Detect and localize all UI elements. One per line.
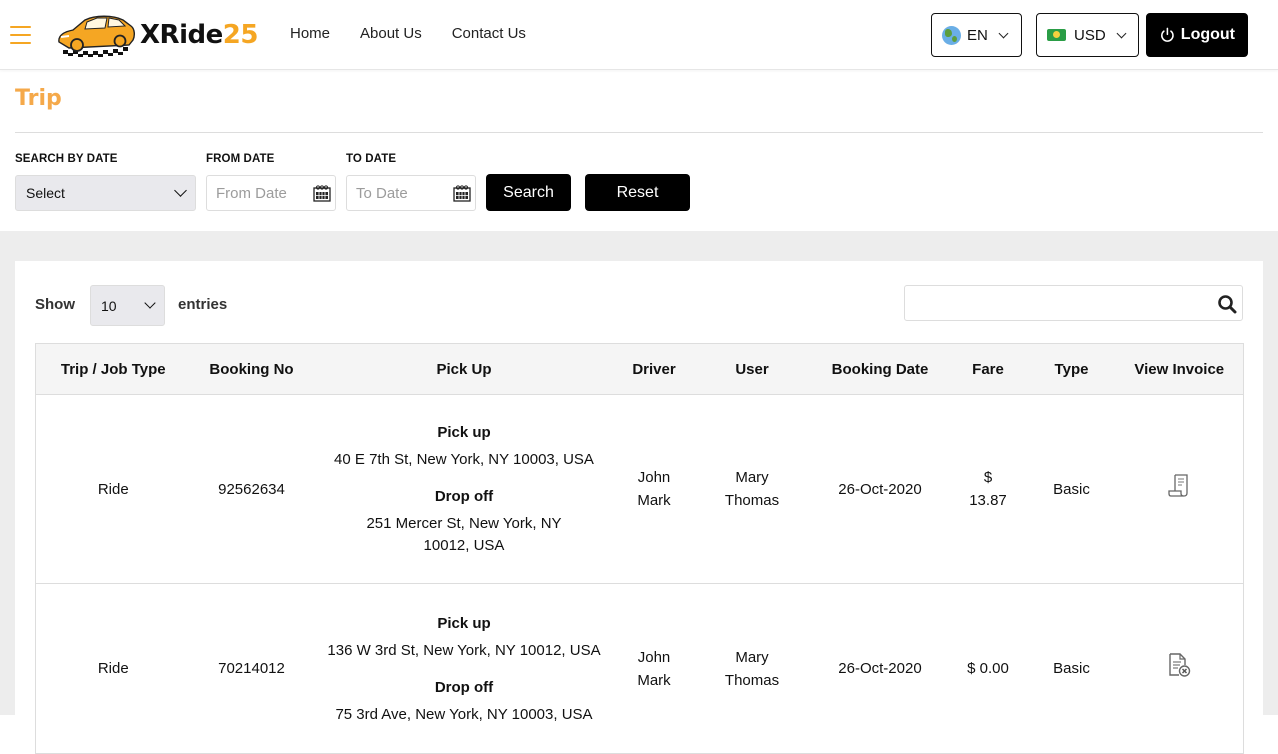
pickup-address: 136 W 3rd St, New York, NY 10012, USA [327,641,601,659]
pickup-cell: Pick up 136 W 3rd St, New York, NY 10012… [312,583,616,754]
table-row: Ride 92562634 Pick up 40 E 7th St, New Y… [35,394,1244,584]
column-header-type[interactable]: Type [1027,343,1116,395]
car-logo-icon [58,15,136,57]
dropoff-heading: Drop off [434,488,494,505]
invoice-cancelled-icon[interactable] [1167,652,1191,678]
table-search-input[interactable] [905,286,1205,320]
fare-cell: $ 0.00 [948,583,1028,754]
brand-logo[interactable]: XRide25 [55,12,258,58]
from-date-input[interactable] [216,184,312,202]
to-date-input[interactable] [356,184,452,202]
column-header-pick-up[interactable]: Pick Up [312,343,616,395]
booking-date-cell: 26-Oct-2020 [811,394,949,584]
search-icon[interactable] [1217,294,1237,314]
type-cell: Basic [1027,394,1116,584]
currency-value: USD [1074,26,1106,44]
chevron-down-icon [998,28,1009,38]
nav-contact-link[interactable]: Contact Us [452,25,526,42]
to-date-field[interactable] [346,175,476,211]
title-divider [15,132,1263,133]
booking-no-cell: 70214012 [190,583,313,754]
search-by-date-label: SEARCH BY DATE [15,153,118,165]
hamburger-menu-icon[interactable] [10,26,31,44]
language-dropdown[interactable]: EN [931,13,1022,57]
column-header-view-invoice: View Invoice [1115,343,1244,395]
nav-about-link[interactable]: About Us [360,25,422,42]
reset-button[interactable]: Reset [585,174,690,211]
receipt-icon[interactable] [1167,473,1191,499]
power-icon [1161,27,1174,42]
to-date-label: TO DATE [346,153,397,165]
dropoff-address: 251 Mercer St, New York, NY 10012, USA [366,515,562,554]
chevron-down-icon [1116,28,1127,38]
search-by-date-value: Select [26,185,65,201]
booking-no-cell: 92562634 [190,394,313,584]
user-cell: Mary Thomas [692,583,812,754]
entries-label: entries [178,296,228,313]
column-header-fare[interactable]: Fare [948,343,1028,395]
globe-icon [942,25,961,45]
booking-date-cell: 26-Oct-2020 [811,583,949,754]
brand-name: XRide25 [140,20,258,50]
entries-per-page-select[interactable]: 10 [90,285,165,326]
fare-cell: $ 13.87 [948,394,1028,584]
table-header-row: Trip / Job Type Booking No Pick Up Drive… [35,343,1244,395]
from-date-field[interactable] [206,175,336,211]
driver-cell: John Mark [615,583,693,754]
language-value: EN [967,26,988,44]
pickup-heading: Pick up [437,424,491,441]
top-navbar: XRide25 Home About Us Contact Us EN USD … [0,0,1278,70]
money-icon [1047,29,1066,41]
trip-type-cell: Ride [35,583,191,754]
search-by-date-select[interactable]: Select [15,175,196,211]
chevron-down-icon [174,184,187,197]
search-button[interactable]: Search [486,174,571,211]
column-header-booking-date[interactable]: Booking Date [811,343,949,395]
column-header-trip-type[interactable]: Trip / Job Type [35,343,191,395]
pickup-cell: Pick up 40 E 7th St, New York, NY 10003,… [312,394,616,584]
trips-table: Trip / Job Type Booking No Pick Up Drive… [35,343,1244,754]
show-label: Show [35,296,75,313]
pickup-heading: Pick up [437,614,491,632]
table-search-box[interactable] [904,285,1243,321]
view-invoice-cell [1115,394,1244,584]
table-row: Ride 70214012 Pick up 136 W 3rd St, New … [35,583,1244,754]
main-nav: Home About Us Contact Us [290,25,526,42]
chevron-down-icon [144,297,156,309]
column-header-booking-no[interactable]: Booking No [190,343,313,395]
view-invoice-cell [1115,583,1244,754]
column-header-user[interactable]: User [692,343,812,395]
dropoff-heading: Drop off [434,678,494,696]
from-date-label: FROM DATE [206,153,275,165]
user-cell: Mary Thomas [692,394,812,584]
column-header-driver[interactable]: Driver [615,343,693,395]
trip-type-cell: Ride [35,394,191,584]
currency-dropdown[interactable]: USD [1036,13,1139,57]
calendar-icon[interactable] [453,184,471,202]
logout-label: Logout [1180,26,1235,43]
calendar-icon[interactable] [313,184,331,202]
driver-cell: John Mark [615,394,693,584]
pickup-address: 40 E 7th St, New York, NY 10003, USA [334,451,594,468]
entries-value: 10 [101,297,117,314]
type-cell: Basic [1027,583,1116,754]
nav-home-link[interactable]: Home [290,25,330,42]
page-title: Trip [15,86,62,111]
logout-button[interactable]: Logout [1146,13,1248,57]
